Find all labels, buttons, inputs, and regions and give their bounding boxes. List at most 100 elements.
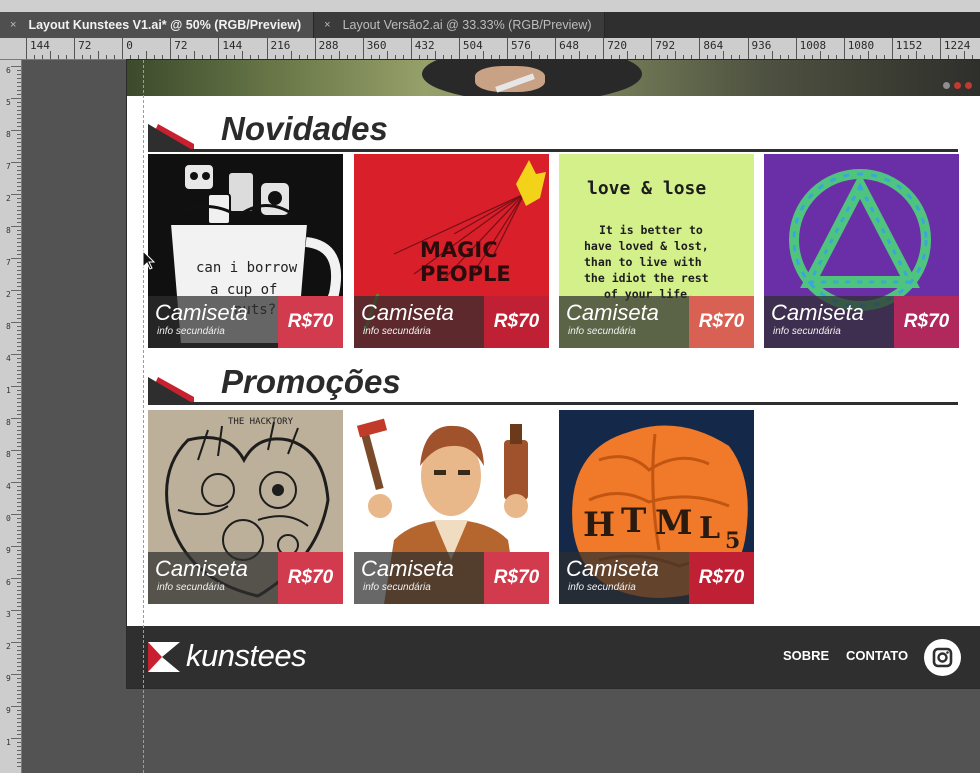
ruler-tick [362,38,364,59]
vertical-ruler[interactable]: 6 5 8 7 2 8 7 2 8 4 1 8 8 4 0 9 6 3 2 9 9 1 [0,60,22,773]
ruler-tick [747,38,749,59]
product-price: R$70 [493,311,540,332]
ruler-minor-tick [17,78,21,79]
ruler-minor-tick [498,55,500,59]
ruler-number: 2 [6,194,11,203]
ruler-number: 504 [462,39,483,52]
ruler-tick [266,38,268,59]
ruler-tick [170,38,172,59]
ruler-minor-tick [931,55,933,59]
ruler-minor-tick [17,406,21,407]
ruler-minor-tick [17,538,21,539]
ruler-minor-tick [779,55,781,59]
ruler-minor-tick [11,546,21,547]
ruler-minor-tick [563,55,565,59]
ruler-minor-tick [17,694,21,695]
product-card[interactable]: H T M L 5 Camiseta info secundária R$70 [559,410,754,604]
product-card[interactable]: love & lose It is better to have loved &… [559,154,754,348]
ruler-minor-tick [17,526,21,527]
horizontal-ruler[interactable]: 144 72 0 72 144 216 288 360 432 504 576 648 720 792 86… [0,38,980,60]
ruler-minor-tick [707,55,709,59]
ruler-number: 6 [6,66,11,75]
nav-link-sobre[interactable]: SOBRE [783,648,829,663]
ruler-minor-tick [17,242,21,243]
close-tab-icon[interactable]: × [324,19,330,31]
instagram-icon[interactable] [924,639,961,676]
ruler-minor-tick [386,51,388,59]
ruler-minor-tick [17,238,21,239]
ruler-minor-tick [402,55,404,59]
nav-link-contato[interactable]: CONTATO [846,648,908,663]
ruler-minor-tick [11,226,21,227]
slider-dot[interactable] [954,82,961,89]
ruler-minor-tick [250,55,252,59]
product-price: R$70 [698,567,745,588]
svg-text:PEOPLE: PEOPLE [420,262,511,286]
ruler-minor-tick [17,334,21,335]
ruler-minor-tick [875,55,877,59]
ruler-minor-tick [11,98,21,99]
ruler-number: 1152 [895,39,923,52]
close-tab-icon[interactable]: × [10,19,16,31]
ruler-minor-tick [659,55,661,59]
ruler-minor-tick [17,690,21,691]
ruler-minor-tick [98,51,100,59]
ruler-minor-tick [11,482,21,483]
ruler-tick [314,38,316,59]
ruler-minor-tick [17,146,21,147]
section-divider [148,149,958,152]
tab-layout-versao2[interactable]: × Layout Versão2.ai @ 33.33% (RGB/Previe… [314,12,605,38]
ruler-minor-tick [17,330,21,331]
section-header-promocoes: Promoções [148,363,958,405]
ruler-minor-tick [17,530,21,531]
svg-text:M: M [655,503,693,543]
ruler-minor-tick [17,222,21,223]
ruler-minor-tick [17,490,21,491]
ruler-minor-tick [17,262,21,263]
ruler-minor-tick [17,442,21,443]
ruler-tick [891,38,893,59]
ruler-minor-tick [418,55,420,59]
ruler-minor-tick [17,534,21,535]
ruler-minor-tick [11,130,21,131]
ruler-minor-tick [947,55,949,59]
tab-layout-kunstees-v1[interactable]: × Layout Kunstees V1.ai* @ 50% (RGB/Prev… [0,12,315,38]
ruler-minor-tick [17,398,21,399]
ruler-minor-tick [955,55,957,59]
brand-name[interactable]: kunstees [186,638,307,674]
product-title: Camiseta [566,300,659,325]
kunstees-logo-icon[interactable] [148,642,180,672]
ruler-number: 1 [6,738,11,747]
ruler-minor-tick [11,610,21,611]
ruler-minor-tick [17,498,21,499]
ruler-number: 1 [6,386,11,395]
ruler-minor-tick [258,55,260,59]
ruler-minor-tick [11,194,21,195]
ruler-minor-tick [571,55,573,59]
vertical-guide[interactable] [143,60,144,773]
ruler-minor-tick [17,142,21,143]
product-card[interactable]: can i borrow a cup of nuts? Camisetainfo… [148,154,343,348]
ruler-minor-tick [17,150,21,151]
ruler-minor-tick [17,558,21,559]
product-card[interactable]: Camiseta info secundária R$70 [764,154,959,348]
ruler-minor-tick [138,55,140,59]
svg-text:love & lose: love & lose [587,178,706,199]
artboard[interactable]: Novidades can i borrow a cup of nuts? Ca… [127,60,980,688]
ruler-minor-tick [17,734,21,735]
product-card[interactable]: THE HACKTORY Camiseta info secundária R$70 [148,410,343,604]
ruler-minor-tick [17,718,21,719]
product-card[interactable]: Camiseta info secundária R$70 [354,410,549,604]
ruler-minor-tick [11,258,21,259]
slider-dot[interactable] [943,82,950,89]
svg-text:5: 5 [725,528,740,554]
ruler-minor-tick [66,55,68,59]
slider-dot[interactable] [965,82,972,89]
ruler-minor-tick [17,722,21,723]
ruler-minor-tick [17,698,21,699]
ruler-tick [843,38,845,59]
ruler-minor-tick [274,55,276,59]
ruler-minor-tick [17,402,21,403]
ruler-number: 288 [318,39,339,52]
product-card[interactable]: MAGIC PEOPLE Camiseta info secundária R$70 [354,154,549,348]
